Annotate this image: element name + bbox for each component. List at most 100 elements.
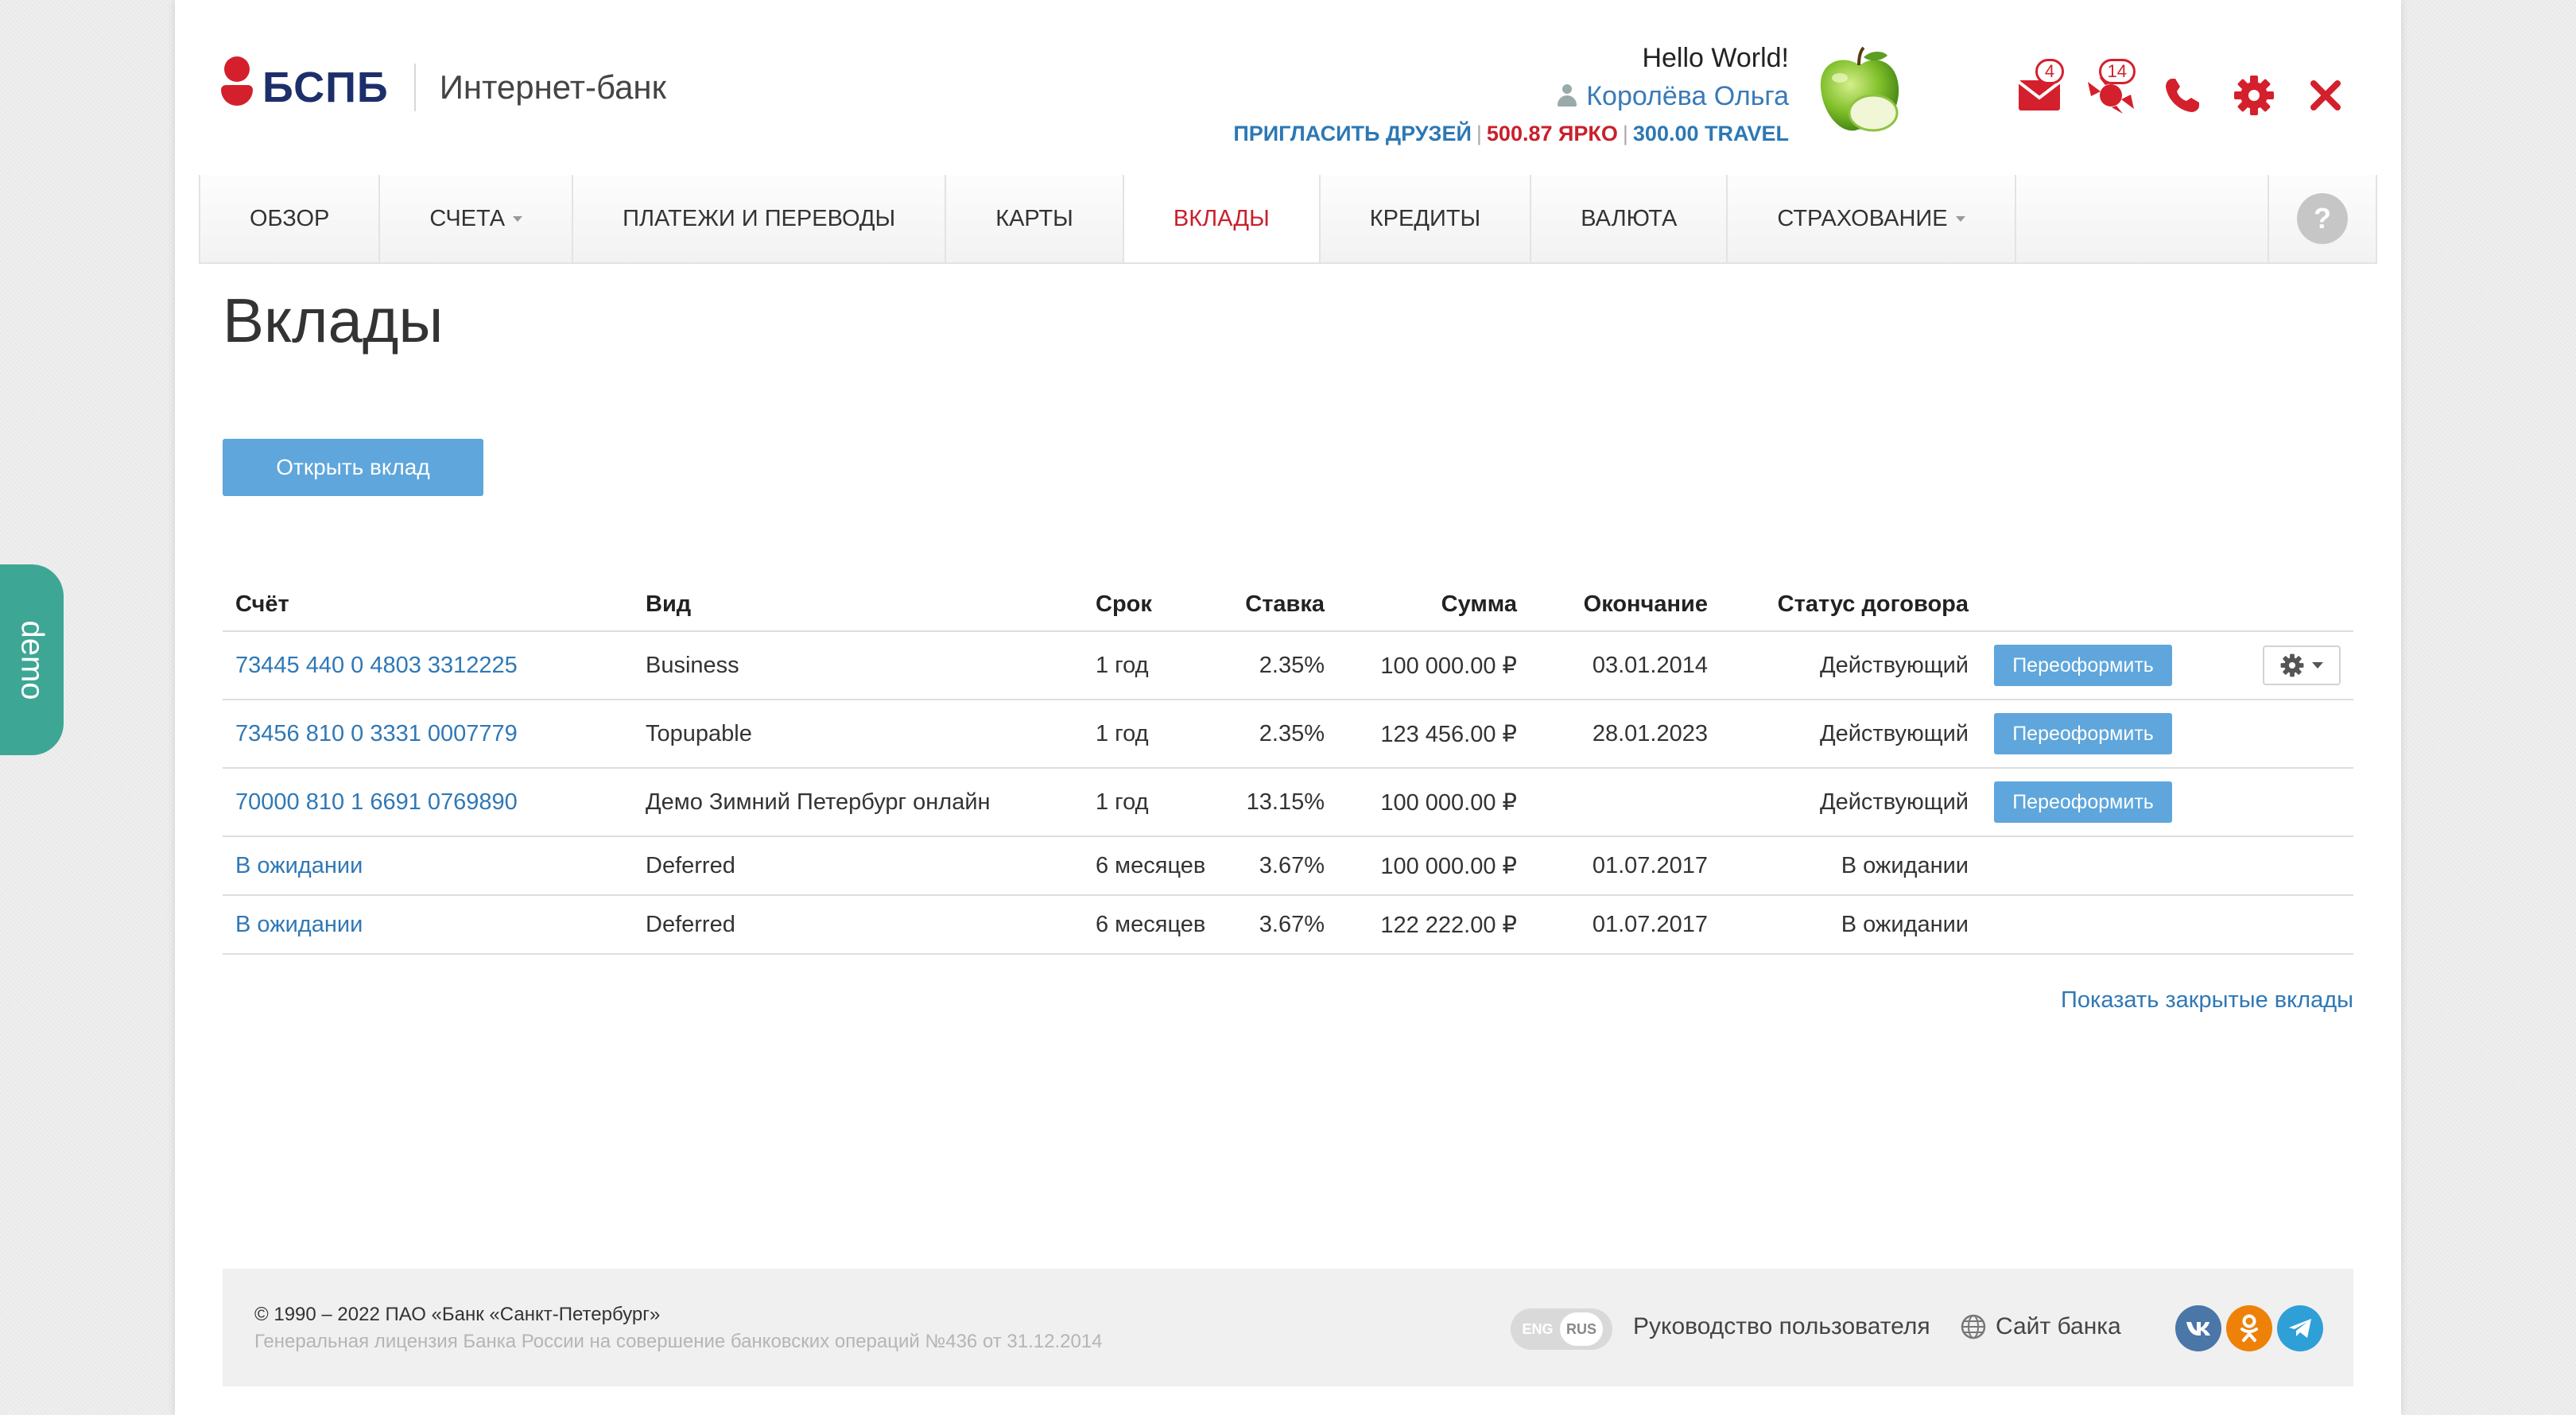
reissue-button[interactable]: Переоформить bbox=[1994, 645, 2172, 686]
chevron-down-icon bbox=[513, 215, 523, 222]
main-nav: ОБЗОР СЧЕТА ПЛАТЕЖИ И ПЕРЕВОДЫ КАРТЫ ВКЛ… bbox=[199, 175, 2377, 264]
nav-item-insurance[interactable]: СТРАХОВАНИЕ bbox=[1726, 175, 2016, 262]
nav-item-currency[interactable]: ВАЛЮТА bbox=[1530, 175, 1726, 262]
table-row: 73445 440 0 4803 3312225 Business 1 год … bbox=[223, 631, 2353, 700]
reissue-button[interactable]: Переоформить bbox=[1994, 781, 2172, 823]
open-deposit-button[interactable]: Открыть вклад bbox=[223, 439, 483, 496]
vk-icon[interactable] bbox=[2175, 1305, 2221, 1351]
table-row: В ожидании Deferred 6 месяцев 3.67% 122 … bbox=[223, 895, 2353, 955]
nav-item-credits[interactable]: КРЕДИТЫ bbox=[1318, 175, 1530, 262]
user-block: Hello World! Королёва Ольга ПРИГЛАСИТЬ Д… bbox=[1233, 40, 1789, 151]
deposit-rate: 2.35% bbox=[1226, 631, 1337, 700]
logo-subtitle: Интернет-банк bbox=[439, 68, 666, 106]
row-settings-dropdown[interactable] bbox=[2263, 645, 2341, 685]
help-button[interactable]: ? bbox=[2268, 175, 2377, 262]
page-title: Вклады bbox=[223, 285, 444, 355]
green-apple-icon[interactable] bbox=[1816, 46, 1903, 140]
deposit-amount: 122 222.00 ₽ bbox=[1337, 895, 1530, 955]
demo-tab[interactable]: demo bbox=[0, 564, 64, 755]
yarko-bonus-link[interactable]: 500.87 ЯРКО bbox=[1487, 122, 1618, 145]
deposit-amount: 100 000.00 ₽ bbox=[1337, 631, 1530, 700]
chevron-down-icon bbox=[1955, 215, 1965, 222]
column-header-type[interactable]: Вид bbox=[633, 579, 1083, 632]
deposit-end-date: 01.07.2017 bbox=[1530, 836, 1721, 896]
language-toggle[interactable]: ENG RUS bbox=[1511, 1308, 1612, 1350]
table-row: 73456 810 0 3331 0007779 Topupable 1 год… bbox=[223, 700, 2353, 769]
gear-icon bbox=[2234, 76, 2274, 115]
deposit-type: Deferred bbox=[633, 836, 1083, 896]
nav-item-deposits[interactable]: ВКЛАДЫ bbox=[1122, 175, 1319, 262]
bonus-links: ПРИГЛАСИТЬ ДРУЗЕЙ | 500.87 ЯРКО | 300.00 TRA… bbox=[1233, 122, 1789, 145]
show-closed-deposits-link[interactable]: Показать закрытые вклады bbox=[2061, 987, 2353, 1014]
account-link[interactable]: 73445 440 0 4803 3312225 bbox=[235, 653, 518, 678]
bank-site-label: Сайт банка bbox=[1996, 1313, 2121, 1339]
header-icons: 4 14 bbox=[2004, 59, 2361, 127]
offers-count-badge: 14 bbox=[2098, 59, 2136, 84]
odnoklassniki-icon[interactable] bbox=[2226, 1305, 2272, 1351]
messages-button[interactable]: 4 bbox=[2004, 59, 2075, 127]
close-icon bbox=[2310, 80, 2341, 110]
deposit-end-date: 01.07.2017 bbox=[1530, 895, 1721, 955]
deposit-status: Действующий bbox=[1721, 700, 1981, 769]
column-header-amount[interactable]: Сумма bbox=[1337, 579, 1530, 632]
user-name: Королёва Ольга bbox=[1586, 81, 1789, 111]
deposit-type: Deferred bbox=[633, 895, 1083, 955]
deposit-type: Topupable bbox=[633, 700, 1083, 769]
telegram-icon[interactable] bbox=[2277, 1305, 2323, 1351]
logo-text: БСПБ bbox=[262, 64, 389, 111]
column-header-account[interactable]: Счёт bbox=[223, 579, 633, 632]
nav-item-overview[interactable]: ОБЗОР bbox=[199, 175, 378, 262]
account-link[interactable]: 70000 810 1 6691 0769890 bbox=[235, 789, 518, 815]
invite-friends-link[interactable]: ПРИГЛАСИТЬ ДРУЗЕЙ bbox=[1233, 122, 1472, 145]
column-header-end-date[interactable]: Окончание bbox=[1530, 579, 1721, 632]
globe-icon bbox=[1961, 1314, 1986, 1339]
phone-icon bbox=[2166, 79, 2199, 112]
logo-divider bbox=[413, 64, 416, 111]
call-button[interactable] bbox=[2147, 64, 2218, 127]
lang-rus[interactable]: RUS bbox=[1560, 1312, 1603, 1346]
social-links bbox=[2175, 1305, 2323, 1351]
table-row: В ожидании Deferred 6 месяцев 3.67% 100 … bbox=[223, 836, 2353, 896]
lang-eng[interactable]: ENG bbox=[1515, 1321, 1560, 1338]
user-guide-link[interactable]: Руководство пользователя bbox=[1633, 1313, 1930, 1340]
nav-item-payments[interactable]: ПЛАТЕЖИ И ПЕРЕВОДЫ bbox=[572, 175, 945, 262]
deposit-status: Действующий bbox=[1721, 631, 1981, 700]
account-link[interactable]: В ожидании bbox=[235, 853, 363, 878]
deposit-rate: 3.67% bbox=[1226, 836, 1337, 896]
nav-item-accounts[interactable]: СЧЕТА bbox=[378, 175, 572, 262]
user-name-link[interactable]: Королёва Ольга bbox=[1233, 76, 1789, 116]
deposit-end-date bbox=[1530, 768, 1721, 837]
column-header-term[interactable]: Срок bbox=[1083, 579, 1226, 632]
page: БСПБ Интернет-банк Hello World! Королёва… bbox=[175, 0, 2401, 1415]
deposit-end-date: 03.01.2014 bbox=[1530, 631, 1721, 700]
nav-item-cards[interactable]: КАРТЫ bbox=[945, 175, 1123, 262]
account-link[interactable]: 73456 810 0 3331 0007779 bbox=[235, 721, 518, 746]
deposit-rate: 2.35% bbox=[1226, 700, 1337, 769]
deposit-status: В ожидании bbox=[1721, 836, 1981, 896]
deposit-term: 6 месяцев bbox=[1083, 895, 1226, 955]
chevron-down-icon bbox=[2312, 662, 2323, 669]
bank-logo[interactable]: БСПБ Интернет-банк bbox=[221, 56, 666, 119]
deposit-end-date: 28.01.2023 bbox=[1530, 700, 1721, 769]
account-link[interactable]: В ожидании bbox=[235, 912, 363, 937]
offers-button[interactable]: 14 bbox=[2075, 59, 2147, 127]
demo-tab-label: demo bbox=[14, 619, 50, 700]
settings-button[interactable] bbox=[2218, 64, 2290, 127]
table-row: 70000 810 1 6691 0769890 Демо Зимний Пет… bbox=[223, 768, 2353, 837]
column-header-status[interactable]: Статус договора bbox=[1721, 579, 1981, 632]
deposit-type: Демо Зимний Петербург онлайн bbox=[633, 768, 1083, 837]
column-header-rate[interactable]: Ставка bbox=[1226, 579, 1337, 632]
deposits-table: Счёт Вид Срок Ставка Сумма Окончание Ста… bbox=[223, 579, 2353, 955]
deposit-status: Действующий bbox=[1721, 768, 1981, 837]
gear-icon bbox=[2280, 653, 2304, 677]
bank-site-link[interactable]: Сайт банка bbox=[1961, 1313, 2121, 1340]
copyright: © 1990 – 2022 ПАО «Банк «Санкт-Петербург… bbox=[254, 1304, 661, 1325]
reissue-button[interactable]: Переоформить bbox=[1994, 713, 2172, 754]
footer: © 1990 – 2022 ПАО «Банк «Санкт-Петербург… bbox=[223, 1269, 2353, 1386]
deposit-term: 1 год bbox=[1083, 700, 1226, 769]
logout-button[interactable] bbox=[2290, 64, 2361, 127]
deposit-rate: 13.15% bbox=[1226, 768, 1337, 837]
travel-bonus-link[interactable]: 300.00 TRAVEL bbox=[1633, 122, 1789, 145]
deposit-type: Business bbox=[633, 631, 1083, 700]
help-icon: ? bbox=[2297, 193, 2348, 244]
